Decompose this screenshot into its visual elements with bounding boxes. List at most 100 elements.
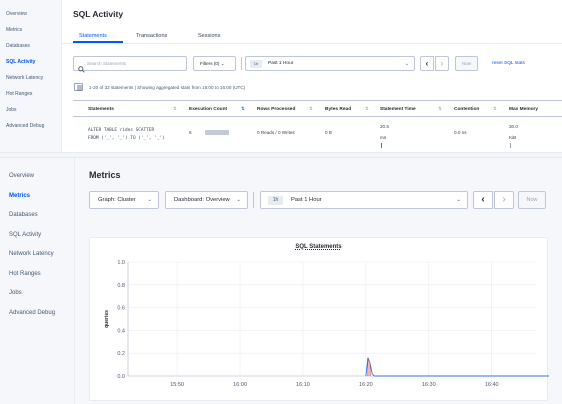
tab-transactions[interactable]: Transactions [136,33,167,39]
tab-sessions[interactable]: Sessions [198,33,220,39]
time-range-select[interactable]: 1h Past 1 Hour ⌄ [245,56,415,71]
now-button[interactable]: Now [518,191,546,209]
series-line [365,357,549,377]
statements-summary: 1-20 of 32 statements | Showing aggregat… [89,85,246,90]
search-placeholder: Search Statements [87,61,127,66]
sort-icon[interactable]: ⇅ [173,106,177,112]
sql-statements-chart[interactable]: 0.0 0.2 0.4 0.6 0.8 1.0 15:50 16:00 16:10 16:20 16… [90,238,549,402]
sidebar-item-metrics[interactable]: Metrics [9,193,30,199]
page-title: SQL Activity [73,9,124,19]
x-tick-label: 16:30 [422,382,436,388]
sidebar-item-sql-activity[interactable]: SQL Activity [9,232,41,238]
max-memory-unit: KiB [509,135,517,140]
sidebar-bottom: Overview Metrics Databases SQL Activity Netw… [0,158,75,404]
next-time-button[interactable]: › [435,56,449,71]
tabs-divider [62,43,562,44]
x-tick-label: 16:40 [485,382,499,388]
sort-icon[interactable]: ⇅ [493,106,497,112]
sidebar-item-network-latency[interactable]: Network Latency [9,251,54,257]
previous-time-button[interactable]: ‹ [473,191,493,209]
sidebar-item-overview[interactable]: Overview [9,173,34,179]
sidebar-item-advanced-debug[interactable]: Advanced Debug [6,123,44,129]
graph-dropdown-label: Graph: Cluster [98,197,136,203]
search-input[interactable]: Search Statements [73,56,187,73]
x-tick-label: 16:10 [296,382,310,388]
y-tick-label: 0.8 [117,283,125,289]
contention-value: 0.0 ns [454,130,467,135]
column-header-max-memory[interactable]: Max Memory [509,107,538,112]
dashboard-dropdown-label: Dashboard: Overview [174,197,230,203]
next-time-button[interactable]: › [494,191,514,209]
graph-dropdown[interactable]: Graph: Cluster ⌄ [89,191,159,209]
sort-icon[interactable]: ⇅ [365,106,369,112]
reset-sql-stats-link[interactable]: reset SQL stats [492,61,525,66]
statement-text-line2[interactable]: FROM ('_', '_') TO ('_', '_') [88,136,165,141]
execution-count-bar [205,130,229,135]
column-header-rows-processed[interactable]: Rows Processed [257,107,295,112]
sort-icon[interactable]: ⇅ [438,106,442,112]
chevron-down-icon: ⌄ [220,61,225,66]
sidebar-item-metrics[interactable]: Metrics [6,27,22,33]
page-title: Metrics [89,170,121,180]
chevron-left-icon: ‹ [425,59,429,68]
dashboard-dropdown[interactable]: Dashboard: Overview ⌄ [165,191,248,209]
sidebar-item-advanced-debug[interactable]: Advanced Debug [9,310,55,316]
sidebar-item-databases[interactable]: Databases [9,212,38,218]
statement-time-value: 20.5 [380,124,389,129]
chevron-left-icon: ‹ [481,194,485,205]
chevron-down-icon: ⌄ [404,61,409,67]
chevron-right-icon: › [502,194,506,205]
sort-icon[interactable]: ⇅ [309,106,313,112]
sidebar-item-jobs[interactable]: Jobs [6,107,17,113]
x-tick-label: 16:20 [359,382,373,388]
y-tick-label: 0.2 [117,351,125,357]
sidebar-item-databases[interactable]: Databases [6,43,30,49]
sidebar-item-hot-ranges[interactable]: Hot Ranges [6,91,32,97]
statement-time-bar [381,143,382,148]
column-header-statements[interactable]: Statements [88,107,114,112]
sidebar-item-sql-activity[interactable]: SQL Activity [6,59,35,65]
y-axis-label: queries [104,310,110,328]
metrics-panel: Overview Metrics Databases SQL Activity Netw… [0,158,562,404]
time-range-select[interactable]: 1h Past 1 Hour ⌄ [260,191,468,209]
max-memory-value: 30.0 [509,124,518,129]
chevron-right-icon: › [440,59,444,68]
rows-processed-value: 0 Reads / 0 Writes [257,130,295,135]
sidebar-item-jobs[interactable]: Jobs [9,290,22,296]
sidebar-top: Overview Metrics Databases SQL Activity Netw… [0,0,62,152]
statement-text-line1[interactable]: ALTER TABLE rides SCATTER [88,128,154,133]
tab-statements[interactable]: Statements [79,33,107,39]
x-tick-label: 16:00 [233,382,247,388]
time-badge: 1h [250,60,262,68]
time-badge: 1h [268,196,283,205]
chevron-down-icon: ⌄ [456,197,461,203]
now-button[interactable]: Now [455,56,478,71]
sql-activity-panel: Overview Metrics Databases SQL Activity Netw… [0,0,562,152]
y-tick-label: 0.6 [117,306,125,312]
y-tick-label: 1.0 [117,260,125,266]
execution-count-value: 6 [189,130,192,135]
column-selector-icon[interactable] [74,83,83,91]
column-header-contention[interactable]: Contention [454,107,479,112]
sidebar-item-overview[interactable]: Overview [6,11,27,17]
table-header-border [73,116,562,117]
column-header-execution-count[interactable]: Execution Count [189,107,227,112]
chevron-down-icon: ⌄ [236,197,241,203]
search-icon [78,60,85,78]
time-range-label: Past 1 Hour [291,197,322,203]
chevron-down-icon: ⌄ [147,197,152,203]
column-header-bytes-read[interactable]: Bytes Read [325,107,351,112]
filters-button[interactable]: Filters (0) ⌄ [193,56,236,71]
separator [253,192,254,208]
max-memory-bar [510,143,511,148]
sidebar-item-hot-ranges[interactable]: Hot Ranges [9,271,41,277]
table-border [73,100,562,101]
separator [241,57,242,70]
column-header-statement-time[interactable]: Statement Time [380,107,416,112]
bytes-read-value: 0 B [325,130,332,135]
sidebar-item-network-latency[interactable]: Network Latency [6,75,43,81]
statement-time-unit: ms [380,135,387,140]
previous-time-button[interactable]: ‹ [420,56,434,71]
sort-icon[interactable]: ⇅ [241,106,245,112]
x-tick-label: 15:50 [170,382,184,388]
